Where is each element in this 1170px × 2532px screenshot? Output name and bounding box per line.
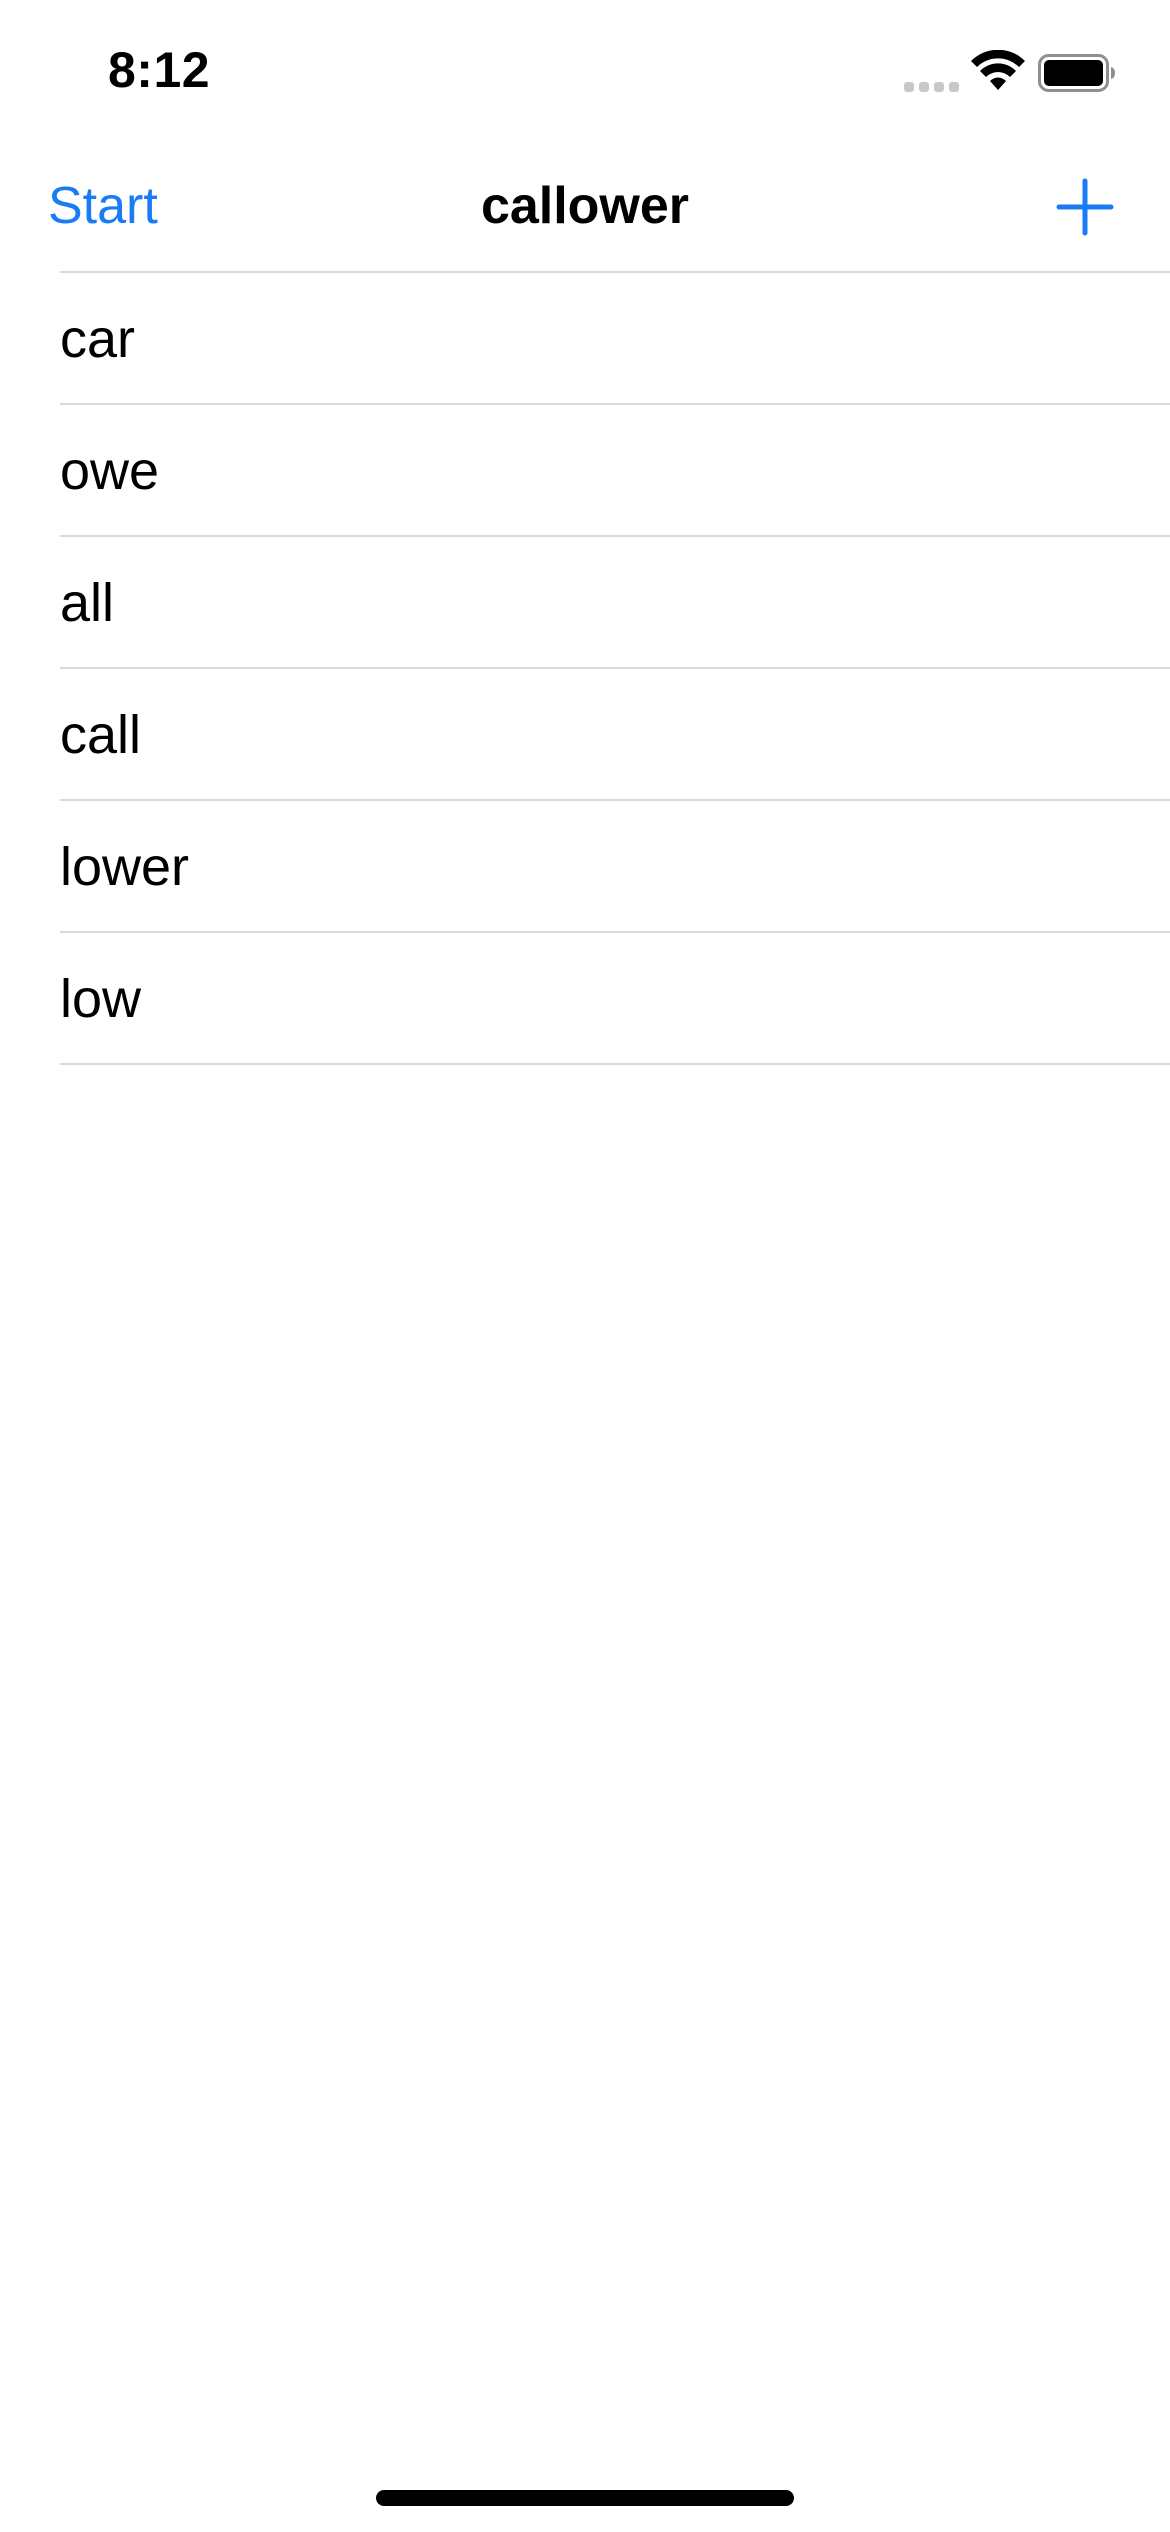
list-item[interactable]: all bbox=[0, 537, 1170, 669]
list-item-label: all bbox=[60, 573, 115, 633]
home-indicator[interactable] bbox=[376, 2490, 794, 2506]
plus-icon[interactable] bbox=[1056, 178, 1114, 236]
status-time: 8:12 bbox=[108, 42, 211, 98]
list-item[interactable]: low bbox=[0, 933, 1170, 1065]
list-item[interactable]: lower bbox=[0, 801, 1170, 933]
status-bar: 8:12 bbox=[0, 0, 1170, 150]
start-button[interactable]: Start bbox=[48, 174, 158, 238]
wifi-icon bbox=[971, 50, 1025, 90]
list-item[interactable]: call bbox=[0, 669, 1170, 801]
list-item-label: lower bbox=[60, 837, 190, 897]
cellular-signal-icon bbox=[904, 82, 959, 92]
list-item-label: owe bbox=[60, 441, 160, 501]
navigation-bar: Start callower bbox=[0, 150, 1170, 273]
list-item-label: low bbox=[60, 969, 142, 1029]
word-list: car owe all call lower low bbox=[0, 273, 1170, 1065]
list-item-label: car bbox=[60, 309, 136, 369]
battery-icon bbox=[1038, 54, 1115, 92]
list-item[interactable]: car bbox=[0, 273, 1170, 405]
list-item[interactable]: owe bbox=[0, 405, 1170, 537]
page-title: callower bbox=[480, 177, 690, 235]
list-item-label: call bbox=[60, 705, 142, 765]
